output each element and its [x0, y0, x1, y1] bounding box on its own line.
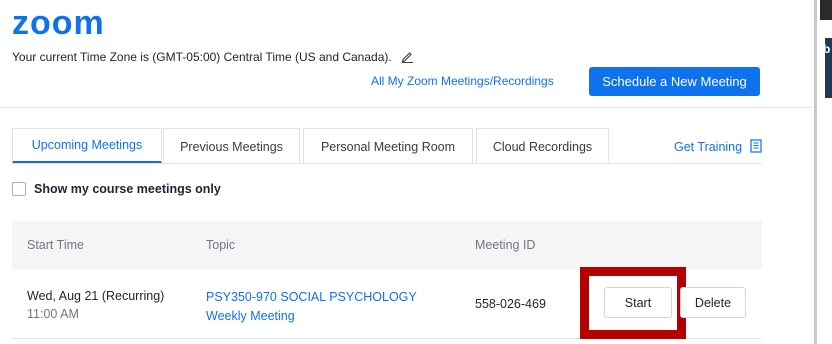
meeting-start-date: Wed, Aug 21 (Recurring) [27, 289, 165, 303]
start-meeting-button[interactable]: Start [604, 287, 672, 318]
get-training-label: Get Training [674, 140, 743, 154]
schedule-new-meeting-button[interactable]: Schedule a New Meeting [589, 67, 760, 96]
show-course-meetings-checkbox[interactable] [12, 182, 26, 196]
delete-meeting-button[interactable]: Delete [680, 287, 746, 318]
column-start-time: Start Time [27, 238, 84, 252]
all-meetings-recordings-link[interactable]: All My Zoom Meetings/Recordings [371, 74, 554, 88]
tab-cloud-recordings[interactable]: Cloud Recordings [476, 128, 609, 164]
tab-personal-meeting-room[interactable]: Personal Meeting Room [303, 128, 473, 164]
zoom-logo[interactable]: zoom [12, 6, 114, 38]
meeting-start-time: 11:00 AM [27, 307, 79, 321]
get-training-link[interactable]: Get Training [674, 139, 762, 154]
adjacent-window-edge: b [812, 0, 832, 344]
edit-pencil-icon[interactable] [401, 50, 414, 63]
tab-upcoming-meetings[interactable]: Upcoming Meetings [12, 128, 162, 164]
zoom-meetings-page: zoom Your current Time Zone is (GMT-05:0… [0, 0, 812, 344]
column-topic: Topic [206, 238, 236, 252]
show-course-meetings-label[interactable]: Show my course meetings only [34, 182, 221, 196]
page-header: zoom Your current Time Zone is (GMT-05:0… [0, 0, 812, 108]
timezone-text: Your current Time Zone is (GMT-05:00) Ce… [12, 50, 414, 64]
column-meeting-id: Meeting ID [475, 238, 536, 252]
tabs-divider [12, 163, 762, 164]
tab-previous-meetings[interactable]: Previous Meetings [163, 128, 300, 164]
book-icon [749, 139, 762, 153]
course-meetings-filter: Show my course meetings only [12, 182, 221, 196]
meeting-topic-link[interactable]: PSY350-970 SOCIAL PSYCHOLOGY Weekly Meet… [206, 288, 456, 326]
meeting-id: 558-026-469 [475, 297, 546, 311]
svg-text:zoom: zoom [12, 6, 105, 38]
timezone-label: Your current Time Zone is (GMT-05:00) Ce… [12, 50, 392, 64]
meetings-table-header: Start Time Topic Meeting ID [12, 221, 762, 269]
